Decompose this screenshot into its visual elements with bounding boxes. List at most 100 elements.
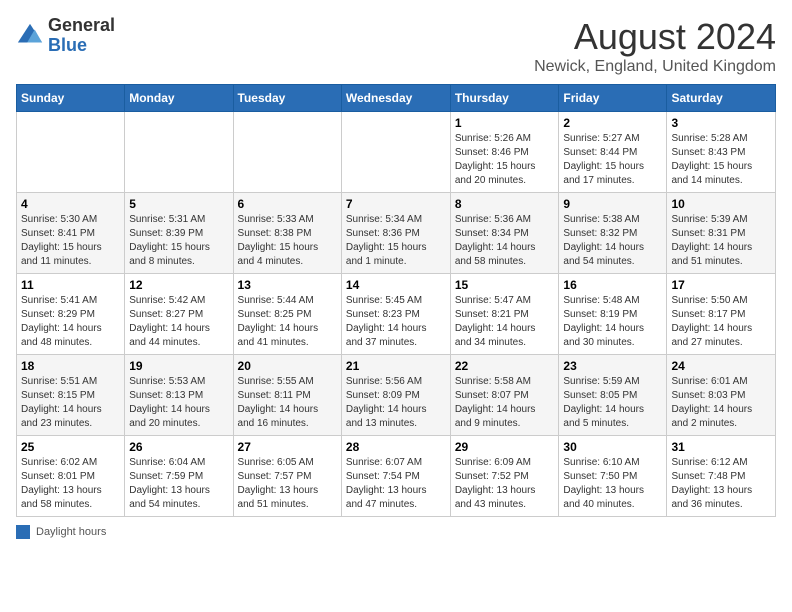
calendar-subtitle: Newick, England, United Kingdom: [534, 58, 776, 76]
day-info: Sunrise: 5:48 AM Sunset: 8:19 PM Dayligh…: [563, 294, 662, 350]
day-info: Sunrise: 5:41 AM Sunset: 8:29 PM Dayligh…: [21, 294, 120, 350]
day-number: 5: [129, 197, 228, 211]
calendar-cell: 28Sunrise: 6:07 AM Sunset: 7:54 PM Dayli…: [341, 436, 450, 517]
calendar-cell: 9Sunrise: 5:38 AM Sunset: 8:32 PM Daylig…: [559, 193, 667, 274]
day-info: Sunrise: 6:10 AM Sunset: 7:50 PM Dayligh…: [563, 456, 662, 512]
header-sunday: Sunday: [17, 85, 125, 112]
calendar-cell: 16Sunrise: 5:48 AM Sunset: 8:19 PM Dayli…: [559, 274, 667, 355]
calendar-cell: 24 Sunrise: 6:01 AM Sunset: 8:03 PM Dayli…: [667, 355, 776, 436]
calendar-cell: [341, 112, 450, 193]
day-number: 30: [563, 440, 662, 454]
calendar-cell: [233, 112, 341, 193]
day-number: 18: [21, 359, 120, 373]
day-info: Sunrise: 5:39 AM Sunset: 8:31 PM Dayligh…: [671, 213, 771, 269]
calendar-cell: 12 Sunrise: 5:42 AM Sunset: 8:27 PM Dayli…: [125, 274, 233, 355]
day-number: 1: [455, 116, 555, 130]
calendar-cell: 23 Sunrise: 5:59 AM Sunset: 8:05 PM Dayli…: [559, 355, 667, 436]
day-number: 20: [238, 359, 337, 373]
day-number: 21: [346, 359, 446, 373]
calendar-cell: 18 Sunrise: 5:51 AM Sunset: 8:15 PM Dayli…: [17, 355, 125, 436]
day-info: Sunrise: 5:33 AM Sunset: 8:38 PM Dayligh…: [238, 213, 337, 269]
day-info: Sunrise: 5:59 AM Sunset: 8:05 PM Dayligh…: [563, 375, 662, 431]
day-info: Sunrise: 5:53 AM Sunset: 8:13 PM Dayligh…: [129, 375, 228, 431]
day-info: Sunrise: 5:42 AM Sunset: 8:27 PM Dayligh…: [129, 294, 228, 350]
header-monday: Monday: [125, 85, 233, 112]
calendar-week-row: 1Sunrise: 5:26 AM Sunset: 8:46 PM Daylig…: [17, 112, 776, 193]
day-number: 14: [346, 278, 446, 292]
calendar-cell: 27 Sunrise: 6:05 AM Sunset: 7:57 PM Dayli…: [233, 436, 341, 517]
header-tuesday: Tuesday: [233, 85, 341, 112]
day-info: Sunrise: 6:01 AM Sunset: 8:03 PM Dayligh…: [671, 375, 771, 431]
title-block: August 2024 Newick, England, United King…: [534, 16, 776, 76]
day-number: 6: [238, 197, 337, 211]
day-info: Sunrise: 5:34 AM Sunset: 8:36 PM Dayligh…: [346, 213, 446, 269]
day-info: Sunrise: 5:28 AM Sunset: 8:43 PM Dayligh…: [671, 132, 771, 188]
day-number: 24: [671, 359, 771, 373]
header-saturday: Saturday: [667, 85, 776, 112]
day-info: Sunrise: 6:12 AM Sunset: 7:48 PM Dayligh…: [671, 456, 771, 512]
calendar-week-row: 11 Sunrise: 5:41 AM Sunset: 8:29 PM Dayli…: [17, 274, 776, 355]
day-number: 3: [671, 116, 771, 130]
day-info: Sunrise: 5:38 AM Sunset: 8:32 PM Dayligh…: [563, 213, 662, 269]
calendar-cell: 13 Sunrise: 5:44 AM Sunset: 8:25 PM Dayli…: [233, 274, 341, 355]
calendar-header-row: SundayMondayTuesdayWednesdayThursdayFrid…: [17, 85, 776, 112]
calendar-cell: 17 Sunrise: 5:50 AM Sunset: 8:17 PM Dayli…: [667, 274, 776, 355]
calendar-cell: 20 Sunrise: 5:55 AM Sunset: 8:11 PM Dayli…: [233, 355, 341, 436]
calendar-cell: [17, 112, 125, 193]
logo-general-text: General: [48, 15, 115, 35]
legend-icon: [16, 525, 30, 539]
calendar-cell: 7Sunrise: 5:34 AM Sunset: 8:36 PM Daylig…: [341, 193, 450, 274]
day-number: 13: [238, 278, 337, 292]
calendar-cell: 1Sunrise: 5:26 AM Sunset: 8:46 PM Daylig…: [450, 112, 559, 193]
day-number: 23: [563, 359, 662, 373]
logo: General Blue: [16, 16, 115, 56]
calendar-cell: [125, 112, 233, 193]
calendar-cell: 14 Sunrise: 5:45 AM Sunset: 8:23 PM Dayli…: [341, 274, 450, 355]
calendar-table: SundayMondayTuesdayWednesdayThursdayFrid…: [16, 84, 776, 517]
day-number: 19: [129, 359, 228, 373]
logo-icon: [16, 22, 44, 50]
day-info: Sunrise: 6:05 AM Sunset: 7:57 PM Dayligh…: [238, 456, 337, 512]
day-number: 22: [455, 359, 555, 373]
logo-blue-text: Blue: [48, 35, 87, 55]
day-number: 31: [671, 440, 771, 454]
day-number: 27: [238, 440, 337, 454]
day-number: 26: [129, 440, 228, 454]
day-number: 17: [671, 278, 771, 292]
day-number: 25: [21, 440, 120, 454]
calendar-cell: 21Sunrise: 5:56 AM Sunset: 8:09 PM Dayli…: [341, 355, 450, 436]
page-header: General Blue August 2024 Newick, England…: [16, 16, 776, 76]
legend-label: Daylight hours: [36, 526, 106, 538]
day-number: 2: [563, 116, 662, 130]
day-info: Sunrise: 5:45 AM Sunset: 8:23 PM Dayligh…: [346, 294, 446, 350]
day-number: 15: [455, 278, 555, 292]
day-number: 28: [346, 440, 446, 454]
header-wednesday: Wednesday: [341, 85, 450, 112]
day-info: Sunrise: 5:36 AM Sunset: 8:34 PM Dayligh…: [455, 213, 555, 269]
calendar-week-row: 25Sunrise: 6:02 AM Sunset: 8:01 PM Dayli…: [17, 436, 776, 517]
calendar-cell: 6 Sunrise: 5:33 AM Sunset: 8:38 PM Daylig…: [233, 193, 341, 274]
day-info: Sunrise: 6:09 AM Sunset: 7:52 PM Dayligh…: [455, 456, 555, 512]
calendar-week-row: 18 Sunrise: 5:51 AM Sunset: 8:15 PM Dayli…: [17, 355, 776, 436]
day-info: Sunrise: 5:51 AM Sunset: 8:15 PM Dayligh…: [21, 375, 120, 431]
calendar-cell: 31 Sunrise: 6:12 AM Sunset: 7:48 PM Dayli…: [667, 436, 776, 517]
calendar-cell: 10 Sunrise: 5:39 AM Sunset: 8:31 PM Dayli…: [667, 193, 776, 274]
calendar-cell: 11 Sunrise: 5:41 AM Sunset: 8:29 PM Dayli…: [17, 274, 125, 355]
calendar-title: August 2024: [534, 16, 776, 58]
day-info: Sunrise: 5:31 AM Sunset: 8:39 PM Dayligh…: [129, 213, 228, 269]
header-thursday: Thursday: [450, 85, 559, 112]
day-info: Sunrise: 5:30 AM Sunset: 8:41 PM Dayligh…: [21, 213, 120, 269]
calendar-cell: 2Sunrise: 5:27 AM Sunset: 8:44 PM Daylig…: [559, 112, 667, 193]
day-number: 10: [671, 197, 771, 211]
day-number: 11: [21, 278, 120, 292]
calendar-cell: 15 Sunrise: 5:47 AM Sunset: 8:21 PM Dayli…: [450, 274, 559, 355]
day-info: Sunrise: 5:47 AM Sunset: 8:21 PM Dayligh…: [455, 294, 555, 350]
day-info: Sunrise: 5:55 AM Sunset: 8:11 PM Dayligh…: [238, 375, 337, 431]
calendar-cell: 29Sunrise: 6:09 AM Sunset: 7:52 PM Dayli…: [450, 436, 559, 517]
day-info: Sunrise: 5:50 AM Sunset: 8:17 PM Dayligh…: [671, 294, 771, 350]
day-number: 12: [129, 278, 228, 292]
header-friday: Friday: [559, 85, 667, 112]
day-info: Sunrise: 5:44 AM Sunset: 8:25 PM Dayligh…: [238, 294, 337, 350]
day-info: Sunrise: 6:04 AM Sunset: 7:59 PM Dayligh…: [129, 456, 228, 512]
calendar-cell: 4Sunrise: 5:30 AM Sunset: 8:41 PM Daylig…: [17, 193, 125, 274]
